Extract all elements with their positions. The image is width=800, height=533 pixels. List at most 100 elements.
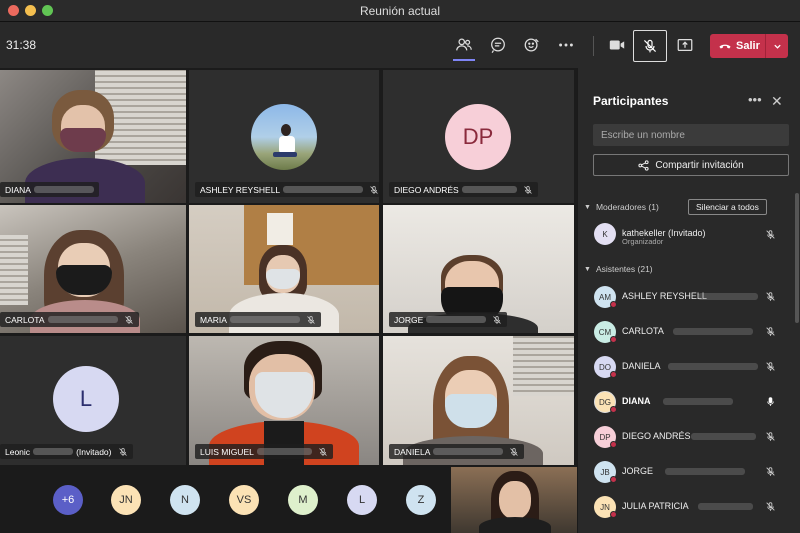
video-tile[interactable]: ASHLEY REYSHELL [189, 70, 379, 203]
overflow-count-avatar[interactable]: +6 [53, 485, 83, 515]
chevron-down-icon [773, 44, 781, 49]
tile-name: JORGE [394, 314, 424, 325]
participant-row[interactable]: CM CARLOTA [593, 319, 793, 345]
mic-toggle-button[interactable] [633, 30, 667, 62]
mic-off-icon [766, 502, 775, 511]
status-dot [610, 406, 617, 413]
mic-off-icon [319, 447, 327, 456]
participant-search-input[interactable] [593, 124, 789, 146]
panel-more-icon[interactable]: ••• [748, 92, 762, 107]
video-tile[interactable]: DANIELA [383, 336, 574, 465]
tile-name: DIEGO ANDRÉS [394, 184, 459, 195]
status-dot [610, 336, 617, 343]
status-dot [610, 301, 617, 308]
participant-name: DIEGO ANDRÉS [622, 431, 691, 441]
roster-label: L [358, 494, 366, 506]
participant-name: JORGE [622, 466, 654, 476]
video-tile[interactable]: JORGE [383, 205, 574, 333]
roster-label: JN [119, 494, 133, 506]
participants-panel: Participantes ••• ✕ Compartir invitación… [577, 68, 800, 533]
roster-avatar[interactable]: Z [406, 485, 436, 515]
participant-name: ASHLEY REYSHELL [622, 291, 707, 301]
mic-off-icon [766, 327, 775, 336]
tile-nameplate: ASHLEY REYSHELL [195, 182, 379, 197]
tile-nameplate: DIANA [0, 182, 99, 197]
moderators-section-header[interactable]: ▼ Moderadores (1) [584, 202, 659, 212]
video-tile[interactable]: DIANA [0, 70, 186, 203]
video-tile[interactable]: LUIS MIGUEL [189, 336, 379, 465]
self-view-video[interactable] [451, 467, 577, 533]
leave-button[interactable]: Salir [710, 34, 788, 58]
share-invite-label: Compartir invitación [655, 159, 744, 171]
window-title: Reunión actual [359, 4, 441, 18]
share-screen-icon[interactable] [672, 32, 698, 58]
video-tile[interactable]: L Leonic (Invitado) [0, 336, 186, 465]
tile-name-suffix: (Invitado) [76, 446, 112, 457]
participant-row[interactable]: JB JORGE [593, 459, 793, 485]
participant-row[interactable]: DG DIANA [593, 389, 793, 415]
participant-row[interactable]: DO DANIELA [593, 354, 793, 380]
roster-avatar[interactable]: N [170, 485, 200, 515]
status-dot [610, 371, 617, 378]
roster-avatar[interactable]: VS [229, 485, 259, 515]
video-tile[interactable]: CARLOTA [0, 205, 186, 333]
roster-label: N [181, 494, 189, 506]
mic-off-icon [523, 185, 532, 194]
leave-dropdown[interactable] [766, 34, 788, 58]
mic-off-icon [307, 315, 315, 324]
tile-name: DANIELA [394, 446, 431, 457]
mic-on-icon [767, 397, 774, 406]
leave-label: Salir [736, 40, 760, 52]
attendees-section-header[interactable]: ▼ Asistentes (21) [584, 264, 653, 274]
caret-down-icon: ▼ [584, 203, 591, 211]
share-invite-button[interactable]: Compartir invitación [593, 154, 789, 176]
more-options-icon[interactable] [553, 32, 579, 58]
close-icon[interactable]: ✕ [771, 93, 783, 110]
mic-off-icon [766, 362, 775, 371]
panel-title: Participantes [593, 94, 669, 108]
tile-name: Leonic [5, 446, 31, 457]
participant-avatar: DP [445, 104, 511, 170]
tile-nameplate: MARIA [195, 312, 321, 327]
video-tile[interactable]: DP DIEGO ANDRÉS [383, 70, 574, 203]
participant-name: DANIELA [622, 361, 661, 371]
meeting-toolbar: 31:38 Salir [0, 22, 800, 68]
tile-nameplate: DANIELA [389, 444, 525, 459]
people-icon[interactable] [451, 32, 477, 58]
mic-off-icon [766, 292, 775, 301]
mic-off-icon [766, 230, 775, 239]
status-dot [610, 511, 617, 518]
roster-avatar[interactable]: JN [111, 485, 141, 515]
participant-name: DIANA [622, 396, 651, 406]
leave-main-button[interactable]: Salir [710, 34, 766, 58]
mic-off-icon [370, 185, 378, 194]
participant-avatar: K [594, 223, 616, 245]
roster-label: VS [236, 494, 252, 506]
mic-off-icon [643, 39, 657, 53]
participant-name: JULIA PATRICIA [622, 501, 689, 511]
tile-name: LUIS MIGUEL [200, 446, 254, 457]
hang-up-icon [719, 44, 731, 49]
camera-icon[interactable] [604, 32, 630, 58]
share-icon [638, 159, 649, 171]
participant-photo [251, 104, 317, 170]
tile-nameplate: JORGE [389, 312, 508, 327]
panel-scrollbar[interactable] [795, 193, 799, 323]
active-tab-indicator [453, 59, 475, 61]
participant-name: CARLOTA [622, 326, 664, 336]
participant-row[interactable]: DP DIEGO ANDRÉS [593, 424, 793, 450]
roster-avatar[interactable]: M [288, 485, 318, 515]
status-dot [610, 441, 617, 448]
roster-avatar[interactable]: L [347, 485, 377, 515]
mic-off-icon [510, 447, 519, 456]
participant-role: Organizador [622, 237, 664, 246]
mic-off-icon [124, 315, 133, 324]
mute-all-button[interactable]: Silenciar a todos [688, 199, 767, 215]
tile-name: DIANA [5, 184, 31, 195]
participant-row[interactable]: JN JULIA PATRICIA [593, 494, 793, 520]
chat-icon[interactable] [485, 32, 511, 58]
participant-row[interactable]: K kathekeller (Invitado) Organizador [593, 221, 793, 247]
video-tile[interactable]: MARIA [189, 205, 379, 333]
reactions-icon[interactable] [519, 32, 545, 58]
participant-row[interactable]: AM ASHLEY REYSHELL [593, 284, 793, 310]
